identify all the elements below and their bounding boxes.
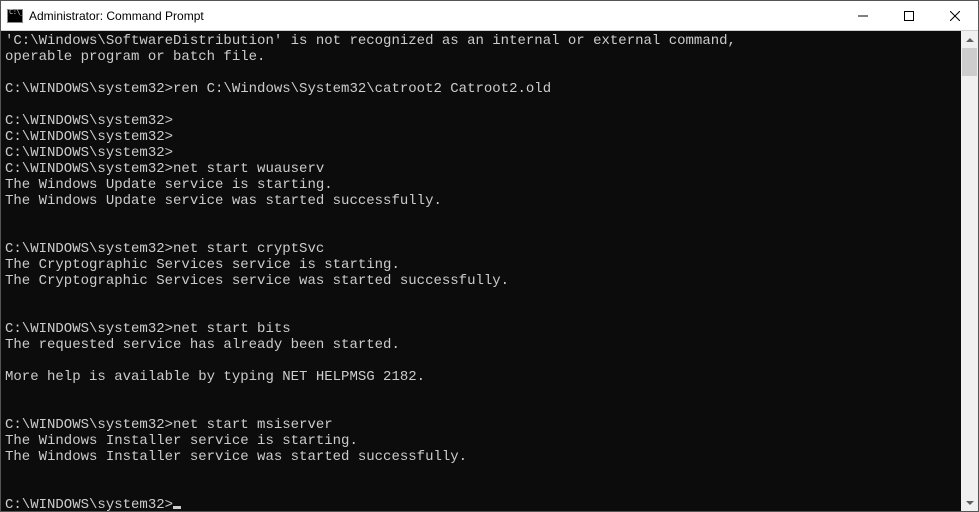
titlebar-left: Administrator: Command Prompt: [1, 9, 204, 23]
console-line: C:\WINDOWS\system32>: [5, 145, 957, 161]
console-line: [5, 65, 957, 81]
console-line: [5, 481, 957, 497]
console-line: C:\WINDOWS\system32>net start wuauserv: [5, 161, 957, 177]
console-line: The Cryptographic Services service was s…: [5, 273, 957, 289]
console-line: The Windows Update service is starting.: [5, 177, 957, 193]
console-line: [5, 305, 957, 321]
console-line: [5, 353, 957, 369]
maximize-button[interactable]: [886, 1, 932, 30]
console-line: C:\WINDOWS\system32>: [5, 497, 957, 511]
console-line: The Windows Update service was started s…: [5, 193, 957, 209]
console-line: [5, 401, 957, 417]
console-area: 'C:\Windows\SoftwareDistribution' is not…: [1, 31, 978, 511]
close-button[interactable]: [932, 1, 978, 30]
cursor: [173, 506, 181, 509]
console-line: The Windows Installer service is startin…: [5, 433, 957, 449]
scroll-track[interactable]: [961, 48, 978, 494]
console-line: [5, 209, 957, 225]
maximize-icon: [904, 11, 914, 21]
chevron-down-icon: [966, 501, 974, 505]
console-line: The requested service has already been s…: [5, 337, 957, 353]
console-line: C:\WINDOWS\system32>: [5, 129, 957, 145]
scroll-up-button[interactable]: [961, 31, 978, 48]
console-line: C:\WINDOWS\system32>: [5, 113, 957, 129]
console-line: The Windows Installer service was starte…: [5, 449, 957, 465]
minimize-button[interactable]: [840, 1, 886, 30]
console-line: C:\WINDOWS\system32>ren C:\Windows\Syste…: [5, 81, 957, 97]
console-line: More help is available by typing NET HEL…: [5, 369, 957, 385]
console-line: C:\WINDOWS\system32>net start cryptSvc: [5, 241, 957, 257]
console-line: [5, 97, 957, 113]
console-line: C:\WINDOWS\system32>net start bits: [5, 321, 957, 337]
console-line: operable program or batch file.: [5, 49, 957, 65]
console-line: [5, 465, 957, 481]
console-output[interactable]: 'C:\Windows\SoftwareDistribution' is not…: [1, 31, 961, 511]
scroll-thumb[interactable]: [962, 48, 977, 76]
console-line: [5, 225, 957, 241]
console-line: [5, 289, 957, 305]
scroll-down-button[interactable]: [961, 494, 978, 511]
minimize-icon: [858, 11, 868, 21]
console-line: The Cryptographic Services service is st…: [5, 257, 957, 273]
console-line: C:\WINDOWS\system32>net start msiserver: [5, 417, 957, 433]
titlebar[interactable]: Administrator: Command Prompt: [1, 1, 978, 31]
vertical-scrollbar[interactable]: [961, 31, 978, 511]
console-line: [5, 385, 957, 401]
console-line: 'C:\Windows\SoftwareDistribution' is not…: [5, 33, 957, 49]
cmd-icon: [7, 9, 23, 23]
window-title: Administrator: Command Prompt: [29, 9, 204, 23]
close-icon: [950, 11, 960, 21]
window-controls: [840, 1, 978, 30]
chevron-up-icon: [966, 38, 974, 42]
